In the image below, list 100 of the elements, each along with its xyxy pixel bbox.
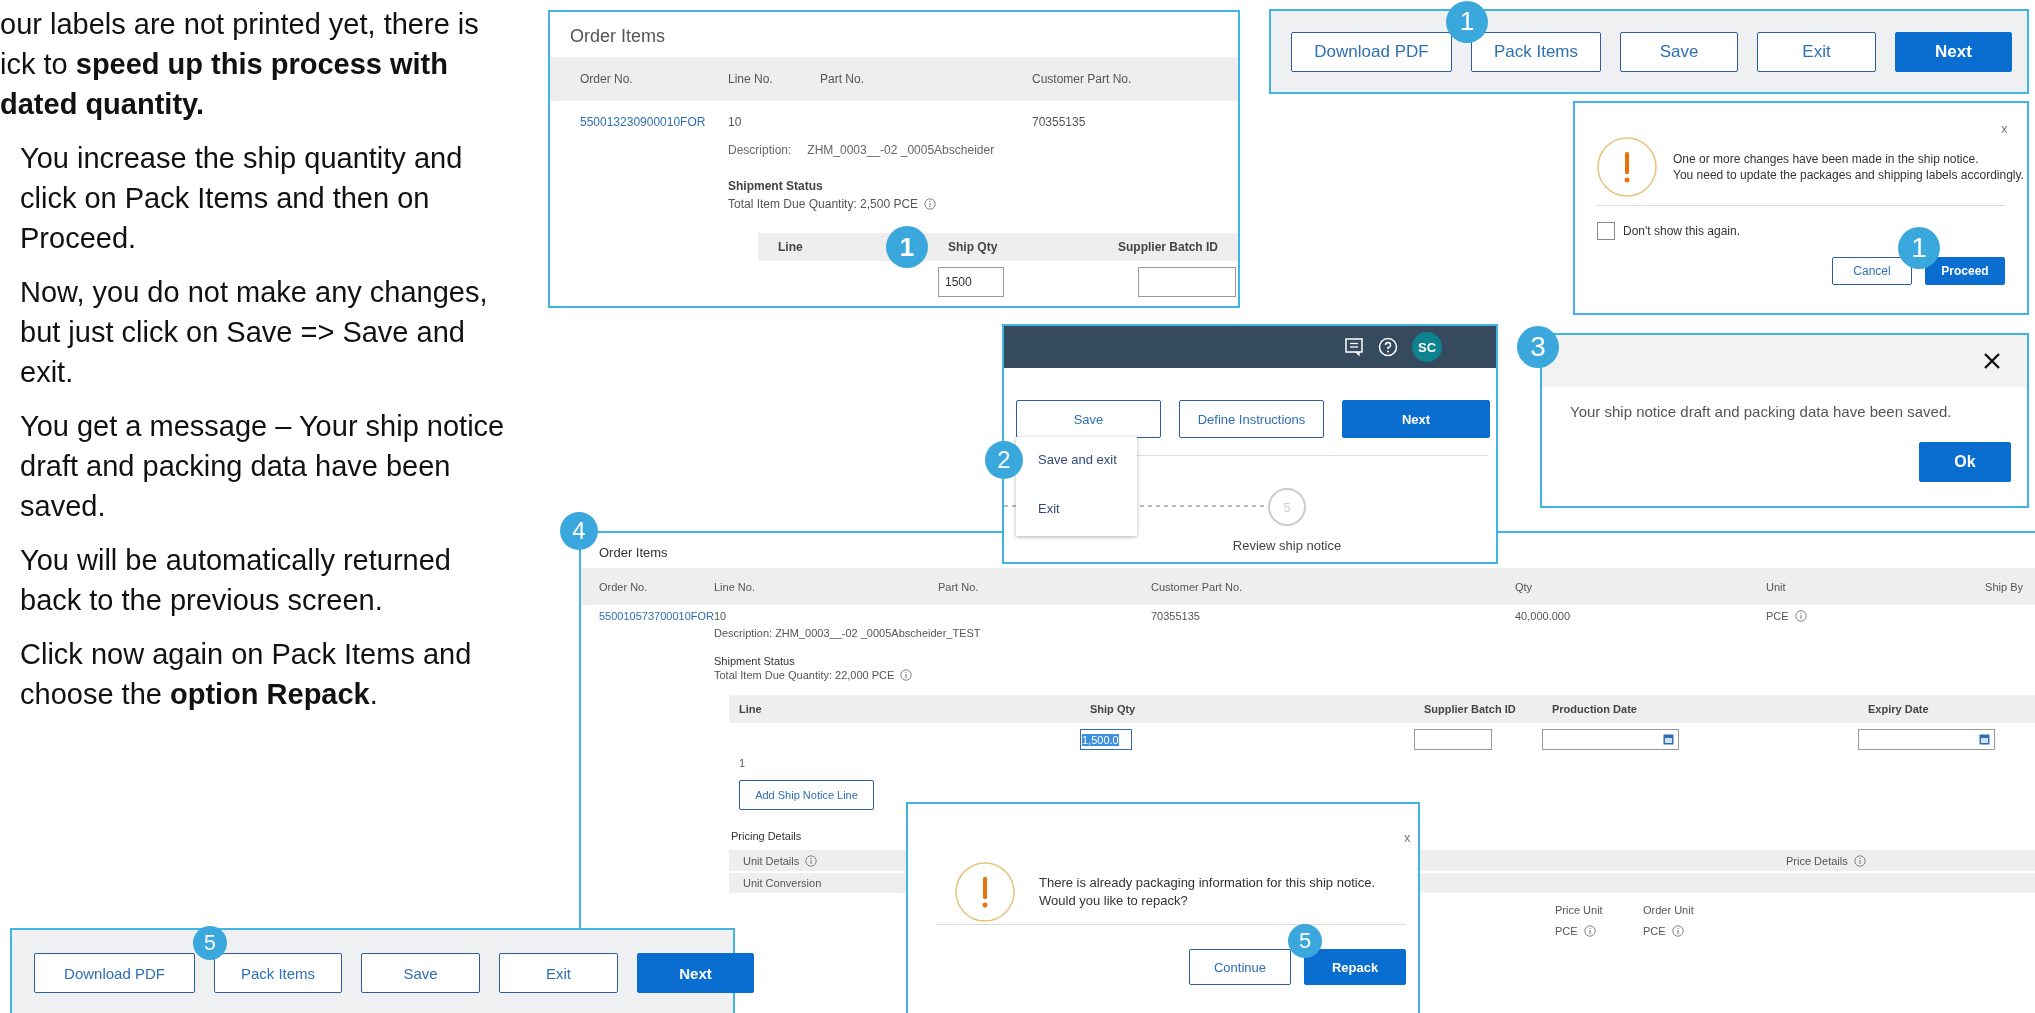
action-button[interactable]: Download PDF	[1291, 31, 1452, 72]
ship-qty-field[interactable]: 1,500.0	[1080, 729, 1132, 750]
column-header: Part No.	[820, 72, 865, 86]
dialog-message: Your ship notice draft and packing data have been saved.	[1570, 403, 1953, 420]
menu-item[interactable]: Exit	[1038, 501, 1060, 516]
column-header: Line No.	[714, 580, 756, 593]
table-cell-text: 1	[739, 757, 747, 769]
info-icon[interactable]	[1794, 610, 1807, 622]
column-header: Unit	[1766, 580, 1787, 593]
column-header: Price Unit	[1555, 904, 1604, 916]
dialog-message: There is already packaging information for this ship notice.	[1039, 874, 1375, 892]
action-button[interactable]: Download PDF	[34, 953, 195, 993]
step-text: Click now again on Pack Items and choose the option Repack.	[20, 637, 473, 712]
table-cell: PCE	[1643, 925, 1666, 937]
checkbox-label: Don't show this again.	[1623, 224, 1741, 238]
step-badge: 5	[193, 926, 227, 960]
dialog-button[interactable]: Repack	[1304, 949, 1406, 985]
description-text: ZHM_0003__-02 _0005Abscheider	[807, 143, 995, 157]
warning-icon	[1597, 137, 1657, 197]
column-header: Ship By	[1985, 580, 2023, 593]
action-button[interactable]: Pack Items	[214, 953, 342, 993]
action-button[interactable]: Exit	[499, 953, 618, 993]
help-icon[interactable]	[1378, 337, 1398, 357]
info-icon[interactable]	[1671, 925, 1684, 937]
column-header: Supplier Batch ID	[1424, 703, 1516, 715]
table-cell-text: 40,000.000	[1515, 610, 1572, 622]
column-header: Qty	[1515, 580, 1534, 593]
menu-item[interactable]: Save and exit	[1038, 452, 1117, 467]
action-button[interactable]: Save	[361, 953, 480, 993]
column-header: Customer Part No.	[1151, 580, 1244, 593]
panel-title: Order Items	[598, 544, 669, 562]
step-badge: 4	[560, 512, 598, 550]
date-field[interactable]	[1542, 729, 1679, 750]
column-header: Supplier Batch ID	[1118, 240, 1218, 254]
toolbar-button[interactable]: Next	[1342, 400, 1490, 438]
step-text: You increase the ship quantity and click on Pack Items and then on Proceed.	[20, 141, 464, 256]
column-header: Part No.	[938, 580, 980, 593]
status-title: Shipment Status	[727, 179, 824, 193]
table-cell: PCE	[1766, 610, 1789, 622]
ship-qty-field[interactable]: 1500	[938, 267, 1004, 297]
intro-text: our labels are not printed yet, there is	[0, 7, 480, 42]
calendar-icon[interactable]	[1663, 734, 1674, 745]
batch-id-field[interactable]	[1138, 267, 1236, 297]
next-button[interactable]: Next	[1895, 31, 2012, 72]
next-button[interactable]: Next	[637, 953, 754, 993]
chat-icon[interactable]	[1344, 337, 1364, 357]
dialog-button[interactable]: Cancel	[1832, 257, 1912, 285]
info-icon[interactable]	[924, 198, 937, 210]
due-quantity: Total Item Due Quantity: 2,500 PCE	[728, 197, 919, 211]
info-icon[interactable]	[805, 854, 818, 867]
action-button[interactable]: Exit	[1757, 31, 1876, 72]
step-badge: 1	[1446, 0, 1488, 43]
section-label: Unit Details	[743, 854, 800, 867]
close-button[interactable]: x	[2001, 121, 2008, 136]
status-title: Shipment Status	[713, 655, 796, 667]
add-line-button[interactable]: Add Ship Notice Line	[739, 780, 874, 810]
action-button[interactable]: Save	[1620, 31, 1738, 72]
due-quantity: Total Item Due Quantity: 22,000 PCE	[714, 669, 895, 681]
step-text: You will be automatically returned back to the previous screen.	[20, 543, 452, 618]
close-button[interactable]: x	[1404, 830, 1411, 845]
column-header: Line No.	[728, 72, 774, 86]
order-link[interactable]: 550010573700010FOR	[599, 610, 714, 622]
dialog-button[interactable]: Proceed	[1925, 257, 2005, 285]
info-icon[interactable]	[1853, 854, 1866, 867]
column-header: Expiry Date	[1868, 703, 1929, 715]
toolbar-button[interactable]: Save	[1016, 400, 1161, 438]
intro-text: dated quantity.	[0, 87, 206, 122]
section-label: Price Details	[1786, 854, 1848, 867]
column-header: Line	[778, 240, 803, 254]
batch-id-field[interactable]	[1414, 729, 1492, 750]
column-header: Order Unit	[1643, 904, 1695, 916]
description-text: Description: ZHM_0003__-02 _0005Abscheider_TEST	[713, 627, 982, 639]
table-cell-text: 70355135	[1032, 115, 1087, 129]
intro-text: ick to speed up this process with	[0, 47, 449, 82]
step-badge: 1	[886, 226, 928, 268]
table-cell-text: 70355135	[1151, 610, 1201, 622]
info-icon[interactable]	[1583, 925, 1596, 937]
step-text: You get a message – Your ship notice draft and packing data have been saved.	[20, 409, 506, 524]
ok-button[interactable]: Ok	[1919, 442, 2011, 482]
calendar-icon[interactable]	[1979, 734, 1990, 745]
column-header: Line	[739, 703, 762, 715]
table-cell: Unit Conversion	[743, 877, 822, 889]
order-link[interactable]: 550013230900010FOR	[580, 115, 728, 129]
toolbar-button[interactable]: Define Instructions	[1179, 400, 1324, 438]
avatar[interactable]: SC	[1412, 332, 1442, 362]
step-text: Now, you do not make any changes, but just click on Save => Save and exit.	[20, 275, 489, 390]
column-header: Order No.	[599, 580, 649, 593]
step-badge: 1	[1898, 227, 1940, 269]
dialog-message: Would you like to repack?	[1039, 892, 1189, 910]
warning-icon	[955, 862, 1015, 922]
info-icon[interactable]	[900, 669, 913, 681]
column-header: Order No.	[580, 72, 634, 86]
dialog-button[interactable]: Continue	[1189, 949, 1291, 985]
column-header: Production Date	[1552, 703, 1637, 715]
step-label: Review ship notice	[1231, 538, 1343, 553]
panel-title: Order Items	[569, 25, 667, 48]
date-field[interactable]	[1858, 729, 1995, 750]
dialog-message: One or more changes have been made in the ship notice.	[1673, 151, 1980, 167]
checkbox[interactable]	[1597, 222, 1615, 240]
action-button[interactable]: Pack Items	[1471, 31, 1601, 72]
